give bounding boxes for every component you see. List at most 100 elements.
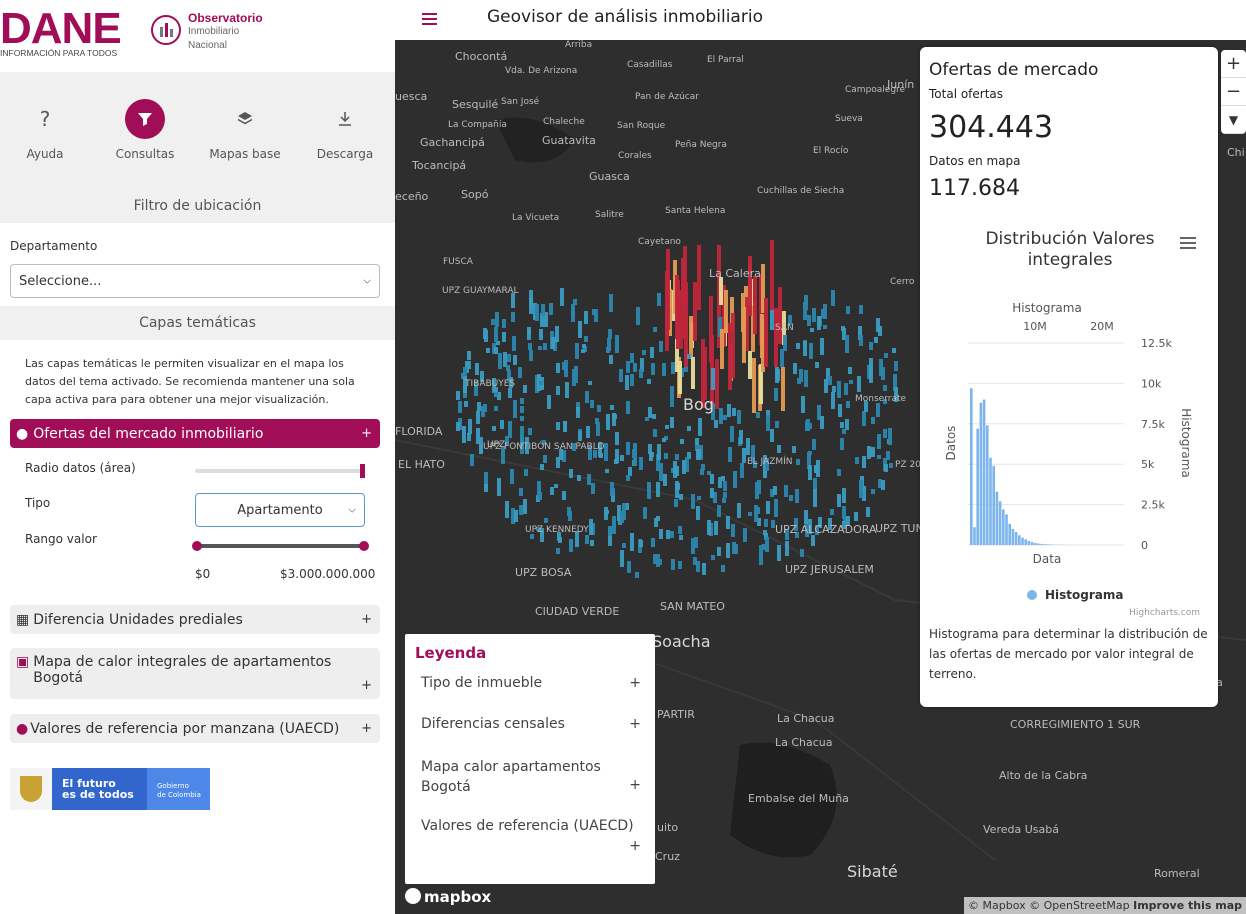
nav-ayuda[interactable]: ? Ayuda bbox=[0, 92, 95, 161]
layers-icon bbox=[225, 99, 265, 139]
histogram-bar bbox=[973, 527, 976, 545]
histogram-bar bbox=[976, 428, 979, 545]
radius-slider[interactable] bbox=[195, 464, 365, 478]
density-column bbox=[626, 475, 631, 481]
density-column bbox=[878, 325, 883, 337]
density-column bbox=[877, 454, 882, 460]
density-column bbox=[837, 403, 842, 417]
density-column bbox=[550, 336, 555, 349]
density-column bbox=[874, 337, 879, 344]
density-column bbox=[881, 366, 886, 380]
chart-credit[interactable]: Highcharts.com bbox=[1129, 608, 1200, 618]
range-min-handle[interactable] bbox=[192, 541, 202, 551]
radius-slider-handle[interactable] bbox=[360, 464, 365, 478]
density-column bbox=[625, 401, 630, 414]
density-column bbox=[528, 428, 533, 436]
density-column bbox=[696, 449, 701, 460]
improve-map-link[interactable]: Improve this map bbox=[1133, 899, 1242, 912]
density-column bbox=[812, 438, 817, 450]
map-place-label: SAN bbox=[775, 323, 794, 333]
density-column bbox=[480, 406, 485, 418]
density-column bbox=[522, 384, 527, 394]
density-column bbox=[504, 500, 509, 519]
density-column bbox=[710, 555, 715, 560]
density-column bbox=[681, 258, 686, 339]
nav-consultas[interactable]: Consultas bbox=[95, 92, 195, 161]
density-column bbox=[656, 293, 661, 307]
legend-item[interactable]: Tipo de inmueble + bbox=[421, 675, 641, 691]
density-column bbox=[652, 553, 657, 565]
observatorio-line3: Nacional bbox=[188, 40, 227, 51]
density-column bbox=[718, 476, 723, 489]
plus-icon: + bbox=[1225, 53, 1242, 74]
range-max-handle[interactable] bbox=[359, 541, 369, 551]
zoom-out-button[interactable]: − bbox=[1221, 78, 1246, 106]
range-slider[interactable] bbox=[192, 541, 369, 551]
density-column bbox=[857, 375, 862, 392]
observatorio-logo-icon bbox=[151, 15, 181, 45]
top-bar: Geovisor de análisis inmobiliario bbox=[395, 0, 1246, 40]
density-column bbox=[556, 547, 561, 555]
density-column bbox=[886, 451, 891, 461]
density-column bbox=[557, 536, 562, 544]
density-column bbox=[870, 416, 875, 424]
layer-valores-header[interactable]: ● Valores de referencia por manzana (UAE… bbox=[10, 714, 380, 743]
density-column bbox=[475, 411, 480, 425]
sidebar: DANE INFORMACIÓN PARA TODOS Observatorio… bbox=[0, 0, 395, 914]
chart-legend-marker bbox=[1027, 590, 1037, 600]
chart-menu-icon[interactable] bbox=[1180, 237, 1196, 249]
density-column bbox=[814, 361, 819, 369]
map-place-label: Vereda Usabá bbox=[983, 823, 1059, 836]
density-column bbox=[770, 429, 775, 442]
density-column bbox=[526, 326, 531, 334]
layer-mapa-calor-header[interactable]: ▣ Mapa de calor integrales de apartament… bbox=[10, 648, 380, 699]
map-place-label: UPZ KENNEDY bbox=[525, 525, 589, 535]
legend-item[interactable]: Valores de referencia (UAECD) + bbox=[421, 818, 641, 854]
density-column bbox=[665, 281, 670, 352]
density-column bbox=[691, 493, 696, 510]
density-column bbox=[518, 488, 523, 496]
density-column bbox=[719, 277, 724, 306]
map-data-label: Datos en mapa bbox=[929, 154, 1021, 168]
density-column bbox=[589, 519, 594, 536]
compass-button[interactable]: ▼ bbox=[1221, 106, 1246, 134]
zoom-in-button[interactable]: + bbox=[1221, 50, 1246, 78]
density-column bbox=[810, 534, 815, 546]
map-attribution[interactable]: © Mapbox © OpenStreetMap Improve this ma… bbox=[964, 897, 1246, 914]
histogram-bar bbox=[1043, 544, 1047, 545]
legend-item[interactable]: Mapa calor apartamentos Bogotá + bbox=[421, 757, 641, 797]
nav-descarga[interactable]: Descarga bbox=[295, 92, 395, 161]
layer-diferencia-header[interactable]: ▦ Diferencia Unidades prediales + bbox=[10, 605, 380, 634]
density-column bbox=[571, 368, 576, 387]
legend-item[interactable]: Diferencias censales + bbox=[421, 716, 641, 732]
density-column bbox=[612, 519, 617, 535]
market-title: Ofertas de mercado bbox=[929, 60, 1099, 80]
map-place-label: Salitre bbox=[595, 210, 624, 220]
department-select[interactable]: Seleccione... ⌵ bbox=[10, 264, 380, 298]
layer-label: Mapa de calor integrales de apartamentos… bbox=[33, 654, 332, 686]
footer-government-logo: El futuro es de todos Gobierno de Colomb… bbox=[10, 768, 210, 810]
density-column bbox=[738, 430, 743, 444]
density-column bbox=[889, 463, 893, 468]
map-place-label: Cuchillas de Siecha bbox=[757, 186, 845, 196]
layer-ofertas-header[interactable]: ● Ofertas del mercado inmobiliario + bbox=[10, 419, 380, 448]
help-icon: ? bbox=[39, 107, 51, 131]
type-select[interactable]: Apartamento ⌵ bbox=[195, 493, 365, 527]
density-column bbox=[651, 538, 656, 548]
map-icon: ▦ bbox=[16, 611, 30, 628]
density-column bbox=[837, 469, 842, 477]
menu-icon[interactable] bbox=[422, 13, 437, 26]
density-column bbox=[455, 391, 460, 400]
density-column bbox=[830, 509, 835, 516]
density-column bbox=[651, 363, 656, 375]
density-column bbox=[492, 426, 497, 431]
density-column bbox=[742, 528, 747, 543]
density-column bbox=[549, 303, 554, 316]
nav-mapas-base[interactable]: Mapas base bbox=[195, 92, 295, 161]
map-place-label: Peña Negra bbox=[675, 140, 727, 150]
density-column bbox=[581, 349, 586, 354]
density-column bbox=[813, 489, 818, 508]
mapbox-logo[interactable]: mapbox bbox=[405, 888, 491, 906]
dane-tagline: INFORMACIÓN PARA TODOS bbox=[0, 48, 118, 58]
density-column bbox=[757, 480, 762, 494]
